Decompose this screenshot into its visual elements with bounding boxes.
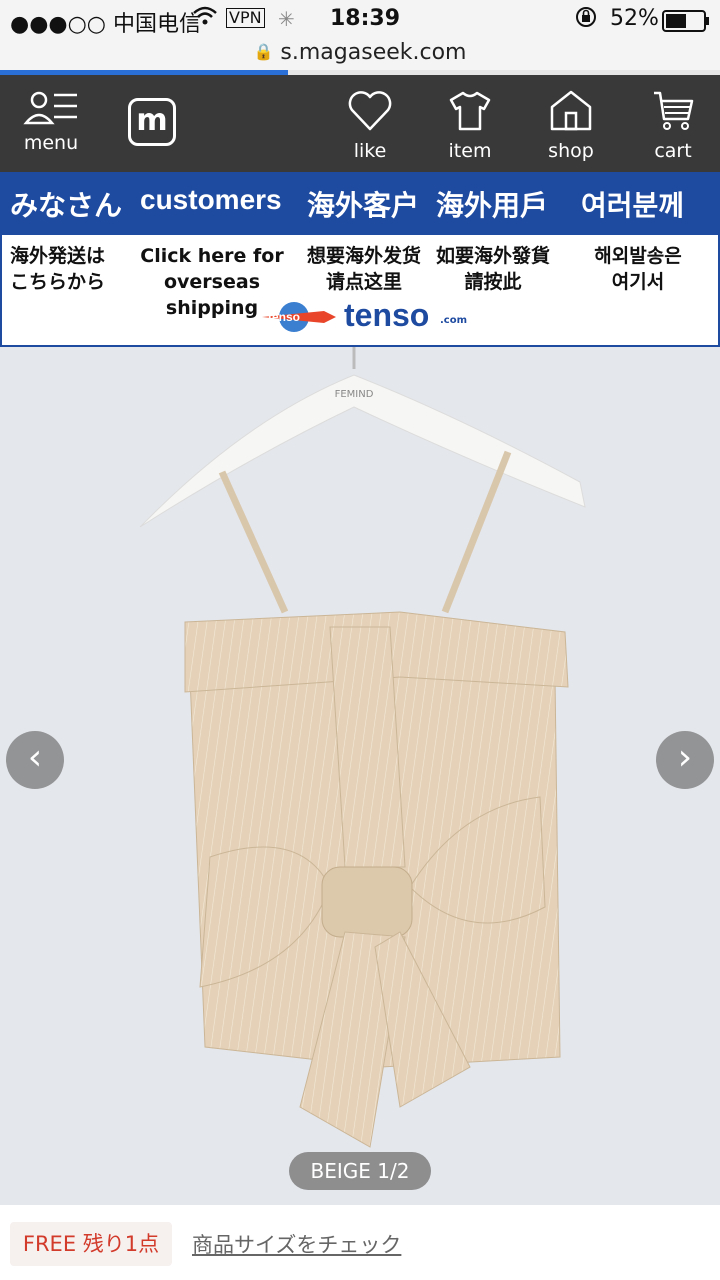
shipping-cn-line2: 请点这里 (325, 271, 402, 293)
like-button[interactable]: like (338, 89, 402, 162)
left-strap (218, 470, 289, 614)
shop-button[interactable]: shop (540, 89, 602, 162)
shop-icon (550, 90, 592, 131)
international-customers-banner[interactable]: みなさん customers 海外客户 海外用戶 여러분께 (0, 172, 720, 235)
shipping-cn-line1: 想要海外发货 (306, 245, 421, 267)
wifi-icon (192, 4, 218, 36)
battery-percent: 52% (610, 6, 659, 31)
shipping-ko-line2: 여기서 (611, 271, 665, 293)
right-strap (441, 450, 512, 614)
tenso-plane-text: tenso (268, 310, 300, 324)
bow-knot (321, 866, 413, 938)
shipping-tw-line1: 如要海外發貨 (435, 245, 550, 267)
tenso-logo: tenso tenso .com (260, 297, 470, 337)
tenso-plane-icon: tenso (262, 302, 336, 332)
cart-button[interactable]: cart (644, 89, 702, 162)
hanger-brand-text: FEMIND (335, 389, 374, 400)
menu-button[interactable]: menu (18, 89, 84, 154)
carrier-label: ●●●○○ 中国电信 (10, 12, 201, 37)
shop-label: shop (548, 140, 594, 162)
check-size-link[interactable]: 商品サイズをチェック (192, 1229, 401, 1259)
orientation-lock-icon (574, 5, 598, 35)
shipping-ko: 해외발송은 여기서 (568, 243, 708, 295)
menu-label: menu (23, 132, 79, 154)
menu-icon (23, 91, 77, 125)
cart-icon (654, 91, 694, 130)
product-image-carousel[interactable]: FEMIND ‹ › BEIGE 1/2 (0, 347, 720, 1205)
chevron-right-icon: › (677, 737, 693, 778)
image-pager: BEIGE 1/2 (289, 1152, 431, 1190)
heart-icon (348, 91, 392, 131)
item-button[interactable]: item (440, 89, 500, 162)
logo-letter: m (136, 103, 168, 138)
shipping-tw-line2: 請按此 (464, 271, 522, 293)
tenso-wordmark: tenso (344, 297, 430, 333)
chevron-left-icon: ‹ (27, 737, 43, 778)
item-label: item (448, 140, 492, 162)
status-bar: ●●●○○ 中国电信 VPN ✳ 18:39 52% (0, 0, 720, 40)
shipping-jp: 海外発送は こちらから (10, 243, 122, 295)
shipping-jp-line1: 海外発送は (10, 245, 106, 267)
url-text: s.magaseek.com (280, 40, 467, 65)
shipping-ko-line1: 해외발송은 (594, 245, 682, 267)
loading-spinner-icon: ✳ (278, 7, 295, 31)
lock-icon: 🔒 (253, 42, 274, 61)
battery-icon (662, 10, 710, 38)
shipping-en-line1: Click here for (140, 245, 284, 267)
banner-text-jp: みなさん (10, 190, 123, 221)
product-image: FEMIND (139, 347, 586, 1148)
cart-label: cart (654, 140, 692, 162)
magaseek-logo[interactable]: m (128, 98, 176, 146)
overseas-shipping-link[interactable]: 海外発送は こちらから Click here for overseas ship… (0, 235, 720, 347)
clock: 18:39 (330, 6, 401, 31)
product-meta-row: FREE 残り1点 商品サイズをチェック (0, 1205, 720, 1280)
url-bar[interactable]: 🔒 s.magaseek.com (0, 40, 720, 72)
next-image-button[interactable]: › (656, 731, 714, 789)
tenso-suffix: .com (440, 315, 468, 326)
shipping-zh-cn: 想要海外发货 请点这里 (300, 243, 428, 295)
tshirt-icon (449, 91, 491, 131)
app-nav-bar: menu m like item shop cart (0, 75, 720, 172)
like-label: like (353, 140, 387, 162)
prev-image-button[interactable]: ‹ (6, 731, 64, 789)
banner-text-zh-tw: 海外用戶 (436, 190, 549, 221)
banner-text-zh-cn: 海外客户 (307, 190, 420, 221)
shipping-zh-tw: 如要海外發貨 請按此 (428, 243, 558, 295)
banner-text-en: customers (140, 184, 282, 215)
shipping-jp-line2: こちらから (10, 271, 106, 293)
stock-badge: FREE 残り1点 (10, 1222, 172, 1266)
banner-text-ko: 여러분께 (581, 190, 685, 221)
vpn-badge: VPN (226, 8, 265, 28)
